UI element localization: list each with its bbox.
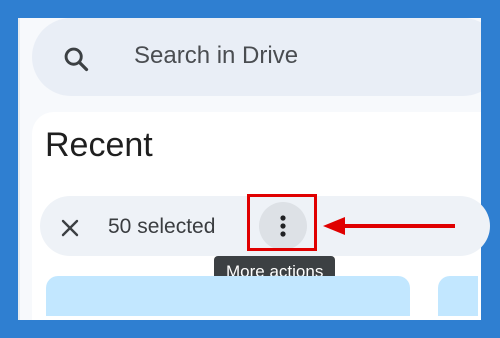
sidebar-divider xyxy=(18,18,20,320)
search-input[interactable]: Search in Drive xyxy=(134,42,298,70)
file-card[interactable] xyxy=(46,276,410,316)
close-icon[interactable] xyxy=(60,218,80,238)
selected-count: 50 selected xyxy=(108,215,216,238)
page-title: Recent xyxy=(45,126,153,164)
annotation-highlight-box xyxy=(247,194,317,251)
search-bar[interactable]: Search in Drive xyxy=(32,18,481,96)
file-card[interactable] xyxy=(438,276,478,316)
search-icon[interactable] xyxy=(62,45,90,73)
annotation-arrow-icon xyxy=(323,217,455,235)
